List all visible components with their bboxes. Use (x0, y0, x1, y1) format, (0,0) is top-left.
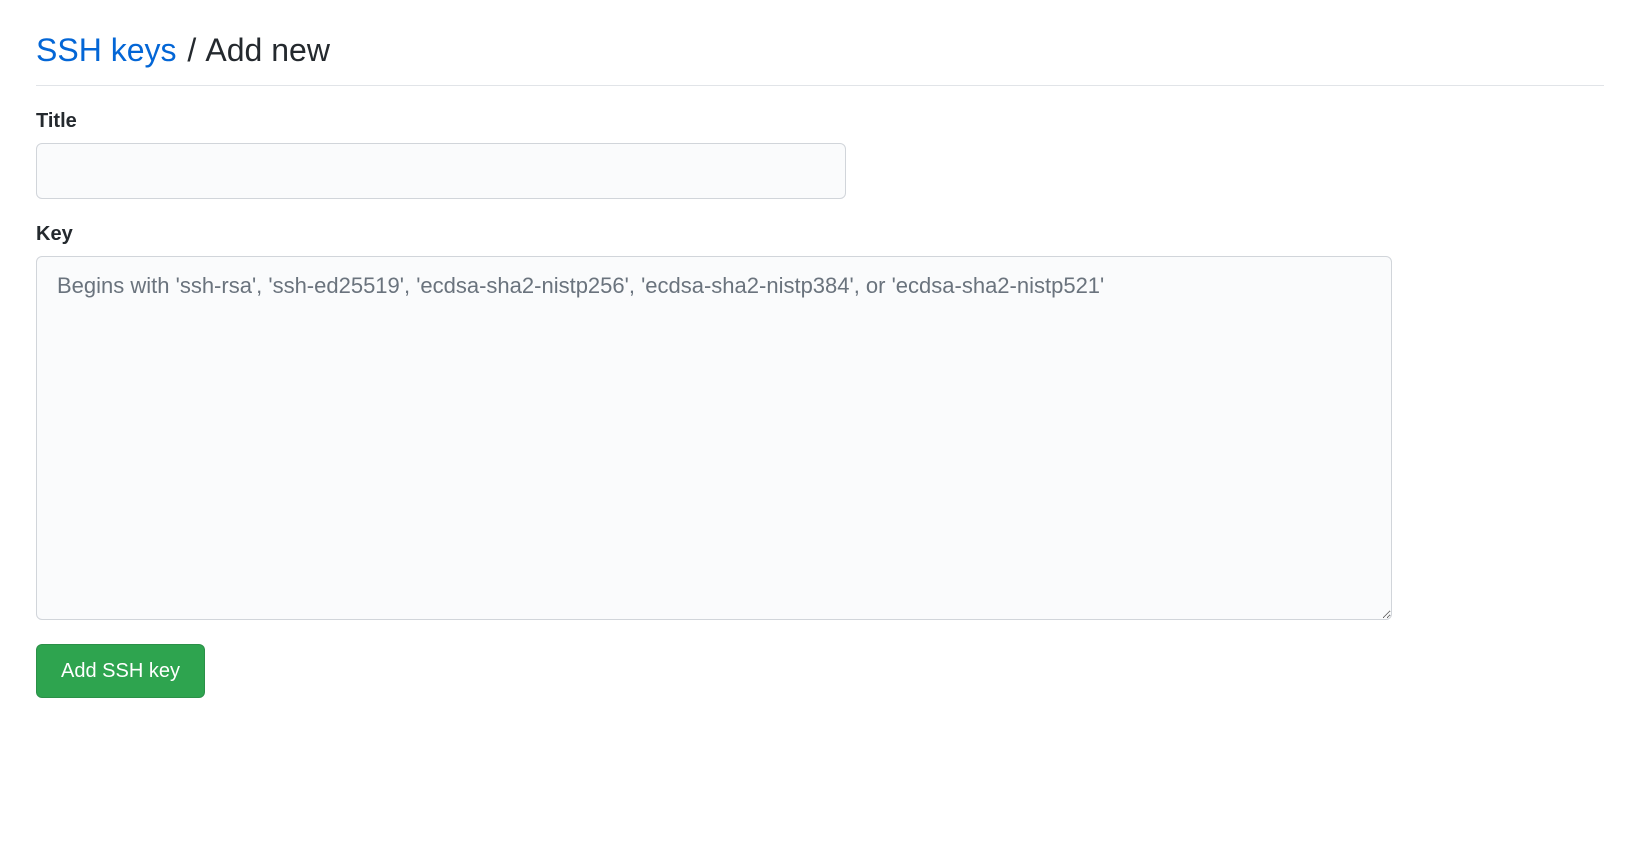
title-field-group: Title (36, 110, 1604, 199)
key-label: Key (36, 223, 1604, 246)
breadcrumb: SSH keys / Add new (36, 32, 1604, 86)
key-textarea[interactable] (36, 256, 1392, 620)
breadcrumb-parent-link[interactable]: SSH keys (36, 32, 176, 68)
breadcrumb-current: Add new (205, 32, 330, 68)
add-ssh-key-button[interactable]: Add SSH key (36, 644, 205, 698)
key-field-group: Key (36, 223, 1604, 620)
title-input[interactable] (36, 143, 846, 199)
breadcrumb-separator: / (185, 32, 198, 68)
title-label: Title (36, 110, 1604, 133)
